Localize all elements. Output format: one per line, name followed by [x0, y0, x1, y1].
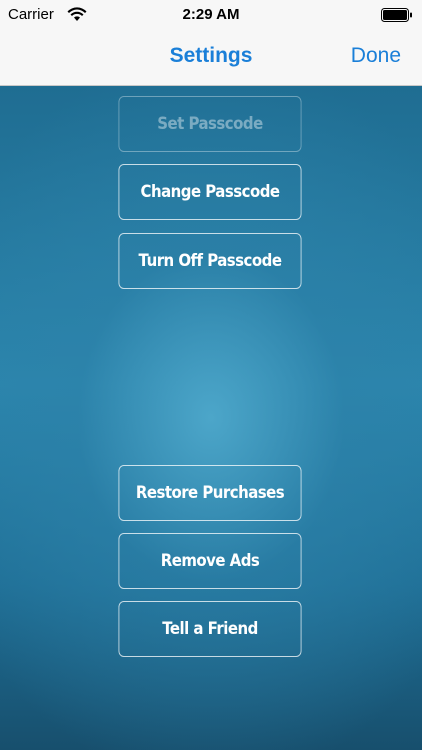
navigation-bar: Settings Done [0, 30, 422, 86]
restore-purchases-button[interactable]: Restore Purchases [118, 465, 302, 521]
tell-a-friend-button[interactable]: Tell a Friend [118, 601, 302, 657]
set-passcode-button[interactable]: Set Passcode [118, 96, 302, 152]
settings-screen: Carrier 2:29 AM Settings Done Set Passco… [0, 0, 422, 750]
status-bar: Carrier 2:29 AM [0, 0, 422, 30]
done-button[interactable]: Done [351, 44, 401, 68]
battery-icon [381, 8, 412, 22]
status-time: 2:29 AM [182, 6, 240, 23]
remove-ads-button[interactable]: Remove Ads [118, 533, 302, 589]
change-passcode-button[interactable]: Change Passcode [118, 164, 302, 220]
settings-content: Set Passcode Change Passcode Turn Off Pa… [0, 86, 422, 750]
turn-off-passcode-button[interactable]: Turn Off Passcode [118, 233, 302, 289]
